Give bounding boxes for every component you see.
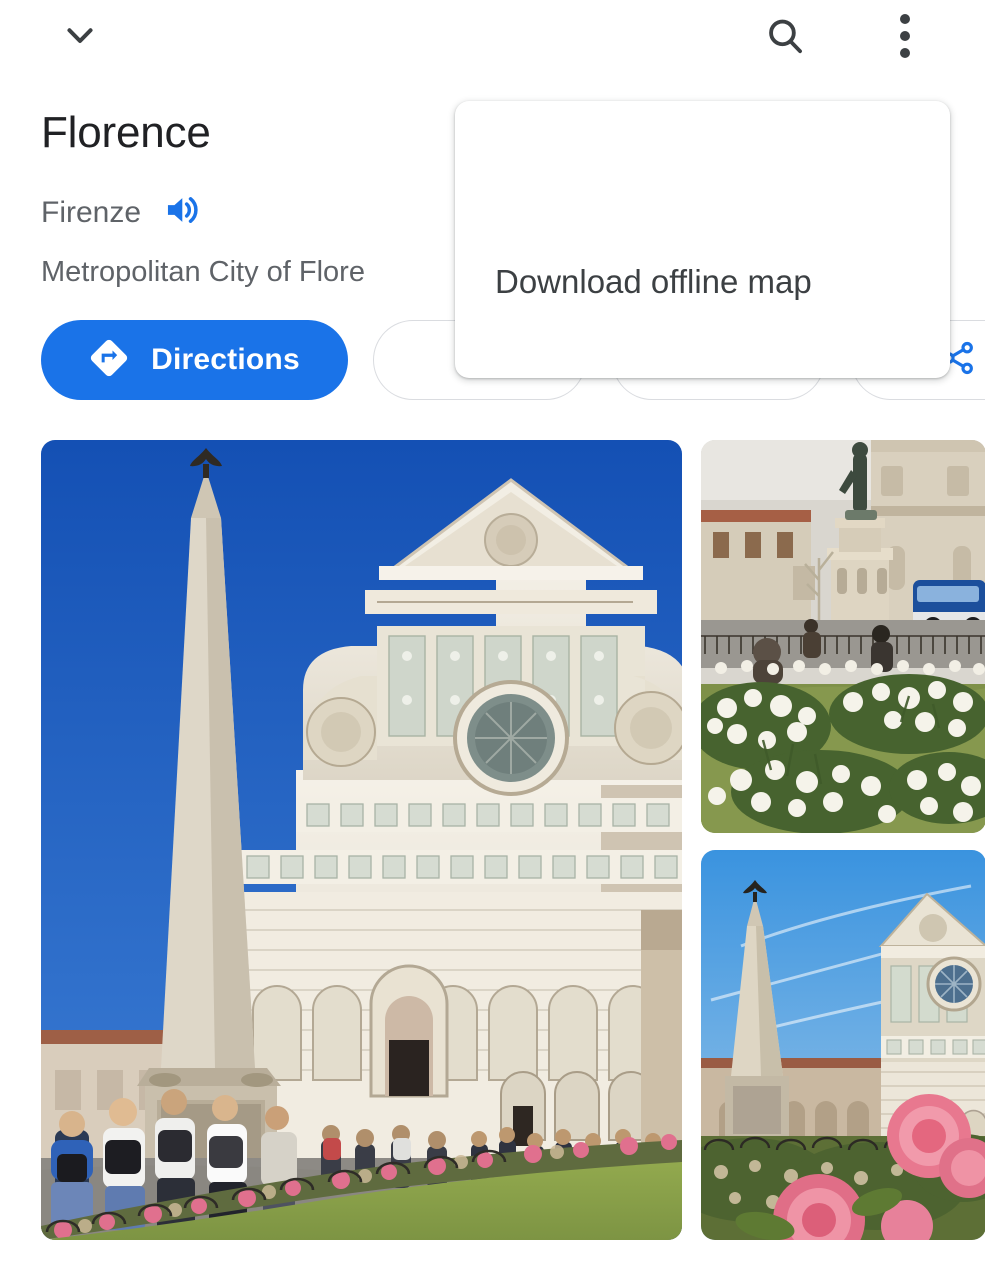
photo-thumb-1[interactable] [701, 440, 985, 833]
local-name: Firenze [41, 193, 141, 233]
volume-up-icon[interactable] [159, 189, 207, 236]
page-title: Florence [41, 106, 211, 160]
more-vert-icon[interactable] [873, 4, 937, 68]
search-icon[interactable] [753, 4, 817, 68]
menu-item-add-to-visited-places[interactable]: Add to visited places [455, 367, 950, 378]
directions-label: Directions [151, 343, 300, 377]
place-details-sheet: Florence Firenze Metropolitan City of Fl… [0, 0, 985, 1280]
directions-button[interactable]: Directions [41, 320, 348, 400]
region-subtitle: Metropolitan City of Flore [41, 252, 365, 292]
dot [900, 48, 910, 58]
menu-item-download-offline-map[interactable]: Download offline map [455, 247, 950, 317]
overflow-menu: Download offline map Add to visited plac… [455, 101, 950, 378]
directions-diamond-icon [89, 338, 129, 383]
photo-main[interactable] [41, 440, 682, 1240]
dot [900, 31, 910, 41]
overflow-dots [900, 14, 910, 58]
dot [900, 14, 910, 24]
chevron-down-icon[interactable] [48, 4, 112, 68]
top-app-bar [0, 0, 985, 78]
local-name-row: Firenze [41, 189, 207, 236]
photo-thumb-2[interactable] [701, 850, 985, 1240]
